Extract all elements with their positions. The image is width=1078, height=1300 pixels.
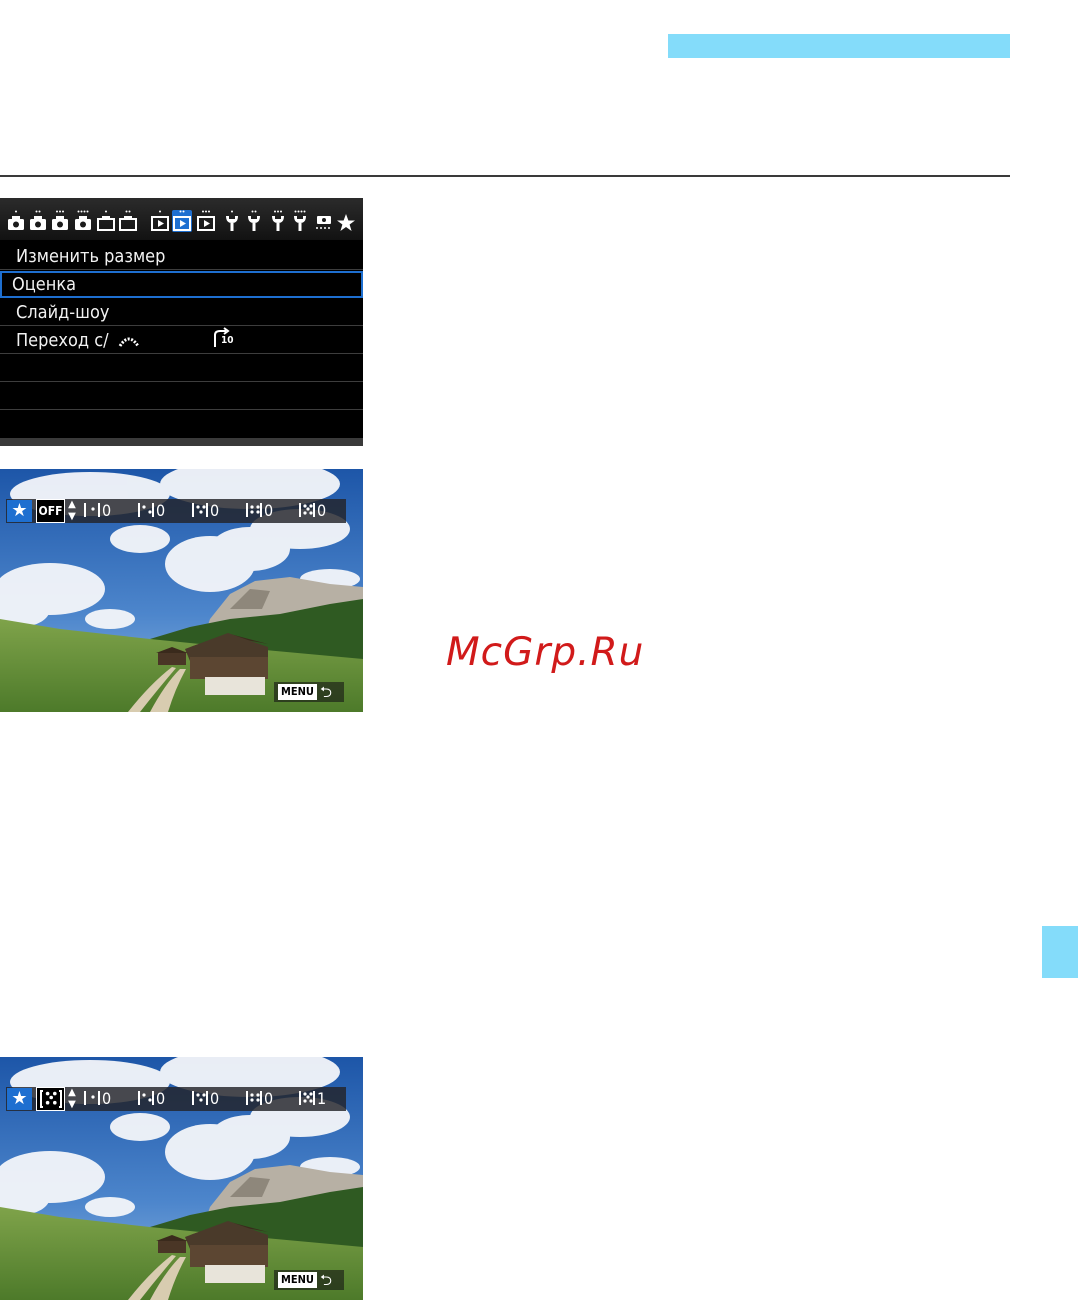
section-tab-bar (668, 34, 1010, 58)
tab-playback-1-icon[interactable] (150, 210, 170, 232)
tab-playback-2-icon[interactable] (172, 210, 192, 232)
three-star-frame-icon (192, 503, 208, 517)
rating-2-count: 0 (138, 1087, 165, 1111)
menu-return-button[interactable]: MENU ⮌ (274, 1270, 344, 1290)
camera-menu-screen: Изменить размер Оценка Слайд-шоу Переход… (0, 198, 363, 446)
menu-bottom-strip (0, 438, 363, 446)
rating-1-count: 0 (84, 1087, 111, 1111)
tab-camera-2-icon[interactable] (28, 210, 48, 232)
five-star-frame-icon (299, 503, 315, 517)
four-star-frame-icon (246, 1091, 262, 1105)
menu-item-rating[interactable]: Оценка (0, 271, 363, 298)
one-star-frame-icon (84, 503, 100, 517)
rating-1-count: 0 (84, 499, 111, 523)
rating-five-star-selector[interactable] (36, 1087, 65, 1111)
menu-tab-bar (0, 198, 363, 240)
chapter-side-tab (1042, 926, 1078, 978)
heading-rule (0, 175, 1010, 177)
rating-off-selector[interactable]: OFF (36, 499, 65, 523)
menu-item-empty-2 (0, 383, 363, 410)
star-icon: ★ (7, 500, 32, 522)
tab-liveview-1-icon[interactable] (96, 210, 116, 232)
rating-2-count: 0 (138, 499, 165, 523)
return-arrow-icon: ⮌ (320, 1271, 333, 1289)
rating-screen-off: ★ OFF ▲ ▼ 0 0 0 0 0 MENU ⮌ (0, 469, 363, 712)
rating-5-count: 0 (299, 499, 326, 523)
five-star-frame-icon (299, 1091, 315, 1105)
rating-4-count: 0 (246, 499, 273, 523)
watermark: McGrp.Ru (446, 630, 645, 675)
tab-playback-3-icon[interactable] (196, 210, 216, 232)
tab-setup-2-icon[interactable] (244, 210, 264, 232)
tab-camera-3-icon[interactable] (50, 210, 70, 232)
rating-bar: ★ OFF ▲ ▼ 0 0 0 0 0 (6, 499, 346, 523)
tab-custom-functions-icon[interactable] (314, 210, 334, 232)
tab-camera-4-icon[interactable] (73, 210, 93, 232)
rating-4-count: 0 (246, 1087, 273, 1111)
tab-setup-3-icon[interactable] (268, 210, 288, 232)
tab-setup-1-icon[interactable] (222, 210, 242, 232)
two-star-frame-icon (138, 503, 154, 517)
tab-my-menu-icon[interactable] (336, 210, 356, 232)
rating-3-count: 0 (192, 499, 219, 523)
menu-return-button[interactable]: MENU ⮌ (274, 682, 344, 702)
menu-item-empty-1 (0, 355, 363, 382)
up-down-arrows-icon: ▲ ▼ (68, 499, 76, 522)
menu-item-slideshow[interactable]: Слайд-шоу (0, 299, 363, 326)
menu-item-resize[interactable]: Изменить размер (0, 243, 363, 270)
star-icon: ★ (7, 1088, 32, 1110)
three-star-frame-icon (192, 1091, 208, 1105)
tab-camera-1-icon[interactable] (6, 210, 26, 232)
main-dial-icon (118, 329, 140, 356)
two-star-frame-icon (138, 1091, 154, 1105)
rating-screen-five-stars: ★ ▲ ▼ 0 0 0 0 1 MENU ⮌ (0, 1057, 363, 1300)
tab-liveview-2-icon[interactable] (118, 210, 138, 232)
rating-5-count: 1 (299, 1087, 326, 1111)
menu-item-empty-3 (0, 411, 363, 438)
tab-setup-4-icon[interactable] (290, 210, 310, 232)
rating-bar: ★ ▲ ▼ 0 0 0 0 1 (6, 1087, 346, 1111)
four-star-frame-icon (246, 503, 262, 517)
return-arrow-icon: ⮌ (320, 683, 333, 701)
menu-item-image-jump[interactable]: Переход с/ 10 (0, 327, 363, 354)
up-down-arrows-icon: ▲ ▼ (68, 1087, 76, 1110)
one-star-frame-icon (84, 1091, 100, 1105)
rating-3-count: 0 (192, 1087, 219, 1111)
